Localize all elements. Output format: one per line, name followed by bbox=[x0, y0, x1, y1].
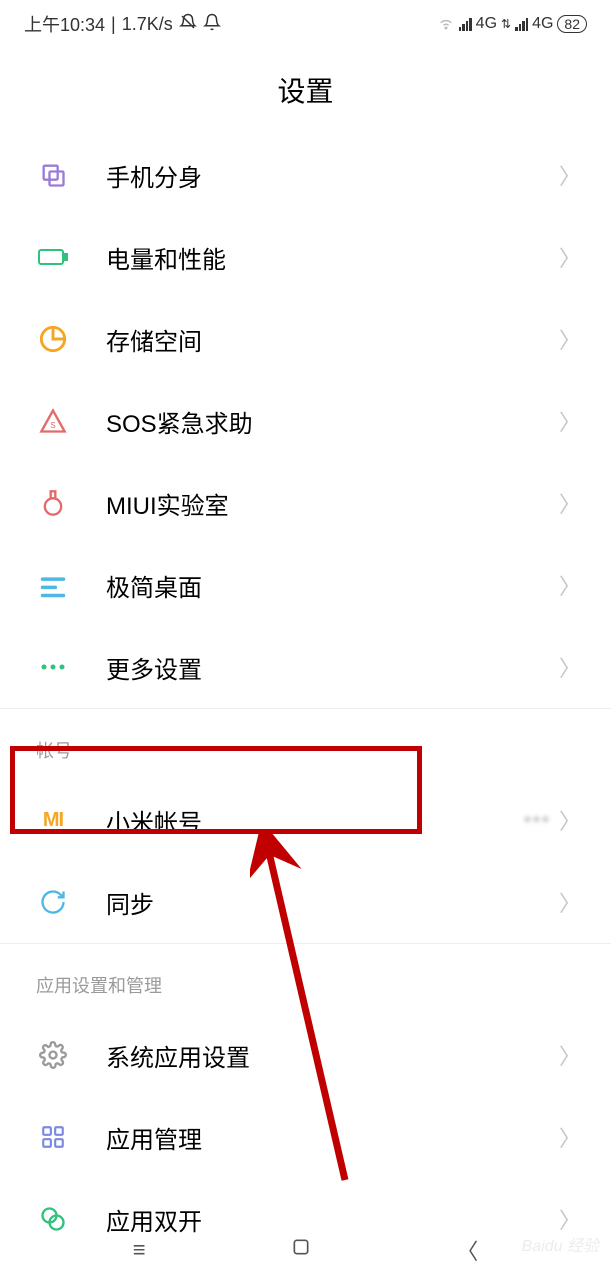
row-value: ••• bbox=[524, 809, 551, 832]
data-arrows-icon: ⇅ bbox=[501, 17, 511, 31]
row-mi-account[interactable]: MI 小米帐号 ••• 〉 bbox=[0, 779, 611, 861]
row-label: 极简桌面 bbox=[106, 568, 559, 603]
row-more-settings[interactable]: 更多设置 〉 bbox=[0, 626, 611, 708]
signal-bars-2 bbox=[515, 17, 528, 31]
chevron-right-icon: 〉 bbox=[559, 886, 581, 918]
mi-logo-icon: MI bbox=[36, 803, 70, 837]
row-label: 应用管理 bbox=[106, 1120, 559, 1155]
row-label: 系统应用设置 bbox=[106, 1038, 559, 1073]
sync-icon bbox=[36, 885, 70, 919]
row-label: 手机分身 bbox=[106, 158, 559, 193]
status-right: 4G ⇅ 4G 82 bbox=[437, 13, 587, 36]
page-title: 设置 bbox=[0, 48, 611, 134]
row-simple-desktop[interactable]: 极简桌面 〉 bbox=[0, 544, 611, 626]
battery-icon bbox=[36, 240, 70, 274]
chevron-right-icon: 〉 bbox=[559, 569, 581, 601]
svg-text:S: S bbox=[50, 421, 56, 430]
row-label: 更多设置 bbox=[106, 650, 559, 685]
status-bar: 上午10:34 | 1.7K/s 4G ⇅ 4G 82 bbox=[0, 0, 611, 48]
status-left: 上午10:34 | 1.7K/s bbox=[24, 11, 221, 37]
nav-menu-button[interactable]: ≡ bbox=[133, 1237, 146, 1263]
row-phone-clone[interactable]: 手机分身 〉 bbox=[0, 134, 611, 216]
section-header-account: 帐号 bbox=[0, 708, 611, 779]
row-label: 电量和性能 bbox=[106, 240, 559, 275]
status-speed: 1.7K/s bbox=[122, 14, 173, 35]
row-battery-perf[interactable]: 电量和性能 〉 bbox=[0, 216, 611, 298]
sos-icon: S bbox=[36, 404, 70, 438]
desktop-icon bbox=[36, 568, 70, 602]
nav-home-button[interactable] bbox=[291, 1237, 311, 1263]
chevron-right-icon: 〉 bbox=[559, 159, 581, 191]
chevron-right-icon: 〉 bbox=[559, 405, 581, 437]
signal-bars-1 bbox=[459, 17, 472, 31]
dnd-icon bbox=[179, 13, 197, 36]
row-miui-lab[interactable]: MIUI实验室 〉 bbox=[0, 462, 611, 544]
chevron-right-icon: 〉 bbox=[559, 323, 581, 355]
settings-list: 手机分身 〉 电量和性能 〉 存储空间 〉 S SOS紧急求助 〉 MIUI实验… bbox=[0, 134, 611, 1260]
grid-icon bbox=[36, 1120, 70, 1154]
nav-back-button[interactable]: 〈 bbox=[456, 1234, 478, 1266]
chevron-right-icon: 〉 bbox=[559, 651, 581, 683]
row-app-manage[interactable]: 应用管理 〉 bbox=[0, 1096, 611, 1178]
status-time: 上午10:34 bbox=[24, 11, 105, 37]
section-header-apps: 应用设置和管理 bbox=[0, 943, 611, 1014]
row-system-apps[interactable]: 系统应用设置 〉 bbox=[0, 1014, 611, 1096]
row-label: 存储空间 bbox=[106, 322, 559, 357]
row-label: 同步 bbox=[106, 885, 559, 920]
battery-indicator: 82 bbox=[557, 15, 587, 33]
gear-icon bbox=[36, 1038, 70, 1072]
row-storage[interactable]: 存储空间 〉 bbox=[0, 298, 611, 380]
phone-clone-icon bbox=[36, 158, 70, 192]
net-label-2: 4G bbox=[532, 15, 553, 33]
bell-icon bbox=[203, 13, 221, 36]
wifi-icon bbox=[437, 13, 455, 36]
chevron-right-icon: 〉 bbox=[559, 804, 581, 836]
chevron-right-icon: 〉 bbox=[559, 1121, 581, 1153]
chevron-right-icon: 〉 bbox=[559, 1039, 581, 1071]
row-label: 小米帐号 bbox=[106, 803, 524, 838]
row-sos[interactable]: S SOS紧急求助 〉 bbox=[0, 380, 611, 462]
chevron-right-icon: 〉 bbox=[559, 487, 581, 519]
row-label: MIUI实验室 bbox=[106, 486, 559, 521]
nav-bar: ≡ 〈 bbox=[0, 1220, 611, 1280]
lab-icon bbox=[36, 486, 70, 520]
chevron-right-icon: 〉 bbox=[559, 241, 581, 273]
storage-icon bbox=[36, 322, 70, 356]
more-icon bbox=[36, 650, 70, 684]
net-label-1: 4G bbox=[476, 15, 497, 33]
row-sync[interactable]: 同步 〉 bbox=[0, 861, 611, 943]
row-label: SOS紧急求助 bbox=[106, 404, 559, 439]
